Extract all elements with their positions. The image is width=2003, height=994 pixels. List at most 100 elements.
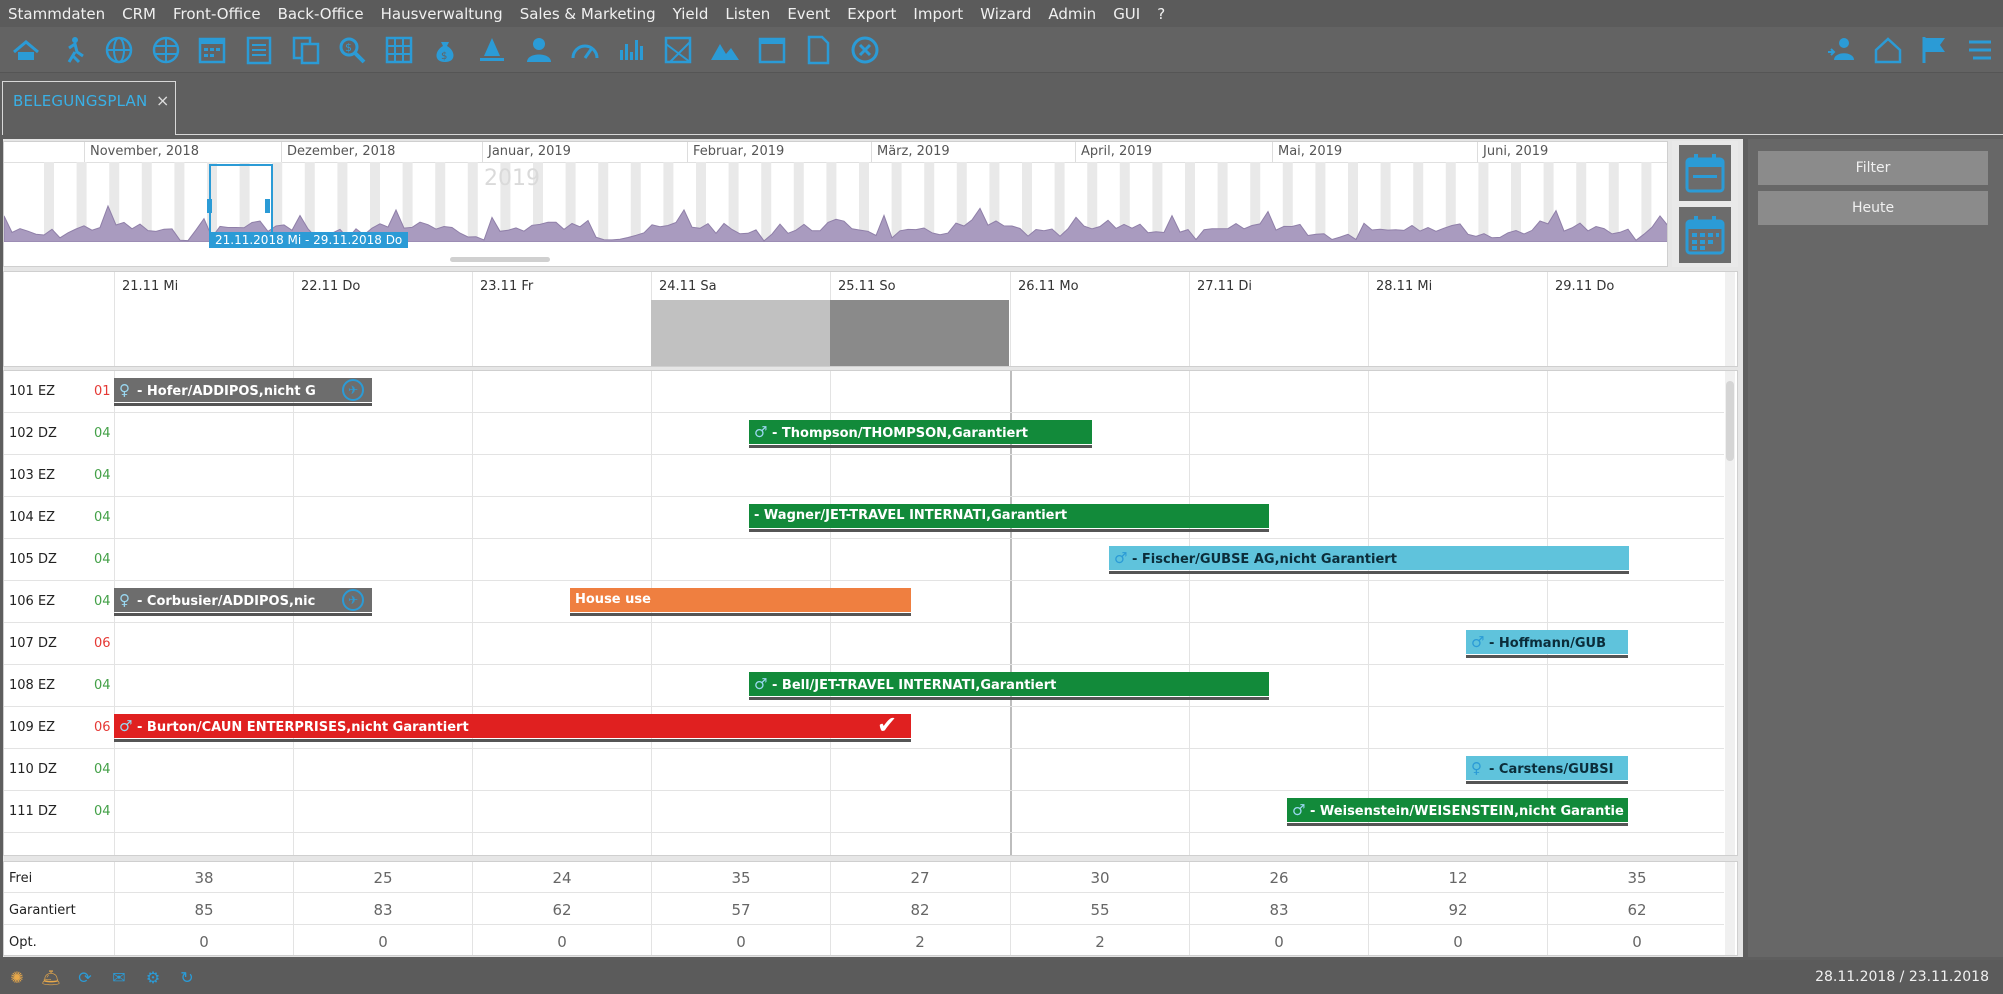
booking-underline bbox=[114, 739, 911, 742]
day-divider bbox=[293, 272, 294, 366]
mountains-icon[interactable] bbox=[707, 32, 743, 68]
status-settings-icon[interactable]: ⚙ bbox=[142, 966, 164, 988]
menu-item-13[interactable]: GUI bbox=[1105, 5, 1149, 23]
day-divider bbox=[1010, 272, 1011, 366]
menu-item-8[interactable]: Event bbox=[779, 5, 839, 23]
day-header-0[interactable]: 21.11 Mi bbox=[114, 272, 293, 300]
overview-month-2: Januar, 2019 bbox=[482, 142, 571, 162]
tab-close-icon[interactable]: × bbox=[156, 91, 169, 110]
summary-scrollbar[interactable] bbox=[1725, 862, 1735, 955]
filter-button[interactable]: Filter bbox=[1758, 151, 1988, 185]
flag-icon[interactable] bbox=[1916, 32, 1952, 68]
summary-value: 35 bbox=[1627, 869, 1647, 887]
user-switch-icon[interactable] bbox=[1824, 32, 1860, 68]
room-status-code: 04 bbox=[94, 678, 111, 693]
globe-grid-icon[interactable] bbox=[148, 32, 184, 68]
table-icon[interactable] bbox=[381, 32, 417, 68]
day-header-4[interactable]: 25.11 So bbox=[830, 272, 1009, 300]
map-icon[interactable] bbox=[660, 32, 696, 68]
status-date: 28.11.2018 / 23.11.2018 bbox=[1815, 969, 1989, 985]
male-icon: ♂ bbox=[754, 675, 768, 693]
booking-label: House use bbox=[575, 592, 651, 607]
hotel-icon[interactable] bbox=[8, 32, 44, 68]
bar-chart-icon[interactable] bbox=[614, 32, 650, 68]
calendar-week-button[interactable] bbox=[1679, 145, 1731, 201]
close-circle-icon[interactable] bbox=[847, 32, 883, 68]
booking-bar[interactable]: ♂ - Bell/JET-TRAVEL INTERNATI,Garantiert bbox=[749, 672, 1269, 696]
timeline-overview[interactable]: November, 2018 Dezember, 2018 Januar, 2019… bbox=[3, 141, 1668, 267]
today-button[interactable]: Heute bbox=[1758, 191, 1988, 225]
menu-item-3[interactable]: Back-Office bbox=[270, 5, 373, 23]
booking-underline bbox=[1466, 655, 1628, 658]
room-status-code: 06 bbox=[94, 720, 111, 735]
booking-bar[interactable]: ♀ - Corbusier/ADDIPOS,nic bbox=[114, 588, 372, 612]
booking-bar[interactable]: ♀ - Hofer/ADDIPOS,nicht G bbox=[114, 378, 372, 402]
moneybag-icon[interactable]: $ bbox=[427, 32, 463, 68]
header-scrollbar[interactable] bbox=[1725, 272, 1735, 366]
menu-item-0[interactable]: Stammdaten bbox=[0, 5, 114, 23]
home-icon[interactable] bbox=[1870, 32, 1906, 68]
person-icon[interactable] bbox=[521, 32, 557, 68]
documents-icon[interactable] bbox=[288, 32, 324, 68]
status-bar: ✺ 🛎 ⟳ ✉ ⚙ ↻ 28.11.2018 / 23.11.2018 bbox=[0, 960, 2003, 994]
day-header-2[interactable]: 23.11 Fr bbox=[472, 272, 651, 300]
overview-selection[interactable] bbox=[209, 164, 273, 238]
calendar-grid-icon[interactable] bbox=[194, 32, 230, 68]
booking-bar[interactable]: ♂ - Burton/CAUN ENTERPRISES,nicht Garanti… bbox=[114, 714, 911, 738]
status-refresh-icon[interactable]: ⟳ bbox=[74, 966, 96, 988]
menu-item-9[interactable]: Export bbox=[839, 5, 905, 23]
menu-item-2[interactable]: Front-Office bbox=[165, 5, 270, 23]
grid-scroll-thumb[interactable] bbox=[1726, 381, 1734, 461]
menu-icon[interactable] bbox=[1962, 32, 1998, 68]
menu-item-12[interactable]: Admin bbox=[1040, 5, 1105, 23]
booking-bar[interactable]: House use bbox=[570, 588, 911, 612]
menu-item-4[interactable]: Hausverwaltung bbox=[373, 5, 512, 23]
globe-icon[interactable] bbox=[101, 32, 137, 68]
calendar-month-button[interactable] bbox=[1679, 207, 1731, 263]
day-header-5[interactable]: 26.11 Mo bbox=[1010, 272, 1189, 300]
day-header-1[interactable]: 22.11 Do bbox=[293, 272, 472, 300]
status-comment-icon[interactable]: ✉ bbox=[108, 966, 130, 988]
booking-bar[interactable]: ♂ - Weisenstein/WEISENSTEIN,nicht Garanti… bbox=[1287, 798, 1628, 822]
status-history-icon[interactable]: ↻ bbox=[176, 966, 198, 988]
day-header-8[interactable]: 29.11 Do bbox=[1547, 272, 1726, 300]
document-icon[interactable] bbox=[800, 32, 836, 68]
room-status-code: 04 bbox=[94, 510, 111, 525]
booking-bar[interactable]: - Wagner/JET-TRAVEL INTERNATI,Garantiert bbox=[749, 504, 1269, 528]
bell-icon[interactable] bbox=[474, 32, 510, 68]
tab-belegungsplan[interactable]: BELEGUNGSPLAN × bbox=[2, 81, 176, 135]
day-header-7[interactable]: 28.11 Mi bbox=[1368, 272, 1547, 300]
overview-scrollbar[interactable] bbox=[450, 257, 550, 262]
day-header-6[interactable]: 27.11 Di bbox=[1189, 272, 1368, 300]
calendar-icon[interactable] bbox=[754, 32, 790, 68]
menu-item-7[interactable]: Listen bbox=[717, 5, 779, 23]
menu-item-14[interactable]: ? bbox=[1149, 5, 1174, 23]
days-header: 21.11 Mi 22.11 Do 23.11 Fr 24.11 Sa 25.11 So… bbox=[3, 271, 1738, 367]
room-name: 107 DZ bbox=[9, 636, 57, 651]
walk-in-icon[interactable] bbox=[55, 32, 91, 68]
menu-item-1[interactable]: CRM bbox=[114, 5, 165, 23]
weekend-band bbox=[651, 300, 830, 366]
plane-icon: ✈ bbox=[342, 379, 364, 401]
booking-bar[interactable]: ♂ - Thompson/THOMPSON,Garantiert bbox=[749, 420, 1092, 444]
room-row[interactable]: 103 EZ 04 bbox=[4, 455, 1724, 497]
day-divider bbox=[1189, 272, 1190, 366]
menu-item-10[interactable]: Import bbox=[905, 5, 972, 23]
booking-bar[interactable]: ♀ - Carstens/GUBSI bbox=[1466, 756, 1628, 780]
status-bell-icon[interactable]: 🛎 bbox=[40, 966, 62, 988]
day-header-3[interactable]: 24.11 Sa bbox=[651, 272, 830, 300]
calendar-month-icon bbox=[1685, 216, 1725, 255]
menu-item-11[interactable]: Wizard bbox=[972, 5, 1040, 23]
menu-item-5[interactable]: Sales & Marketing bbox=[512, 5, 665, 23]
list-icon[interactable] bbox=[241, 32, 277, 68]
room-name: 108 EZ bbox=[9, 678, 56, 693]
status-sun-icon[interactable]: ✺ bbox=[6, 966, 28, 988]
money-search-icon[interactable]: $ bbox=[334, 32, 370, 68]
summary-value: 57 bbox=[731, 901, 751, 919]
menu-item-6[interactable]: Yield bbox=[665, 5, 718, 23]
overview-month-1: Dezember, 2018 bbox=[281, 142, 395, 162]
gauge-icon[interactable] bbox=[567, 32, 603, 68]
booking-bar[interactable]: ♂ - Hoffmann/GUB bbox=[1466, 630, 1628, 654]
summary-value: 27 bbox=[910, 869, 930, 887]
booking-bar[interactable]: ♂ - Fischer/GUBSE AG,nicht Garantiert bbox=[1109, 546, 1629, 570]
